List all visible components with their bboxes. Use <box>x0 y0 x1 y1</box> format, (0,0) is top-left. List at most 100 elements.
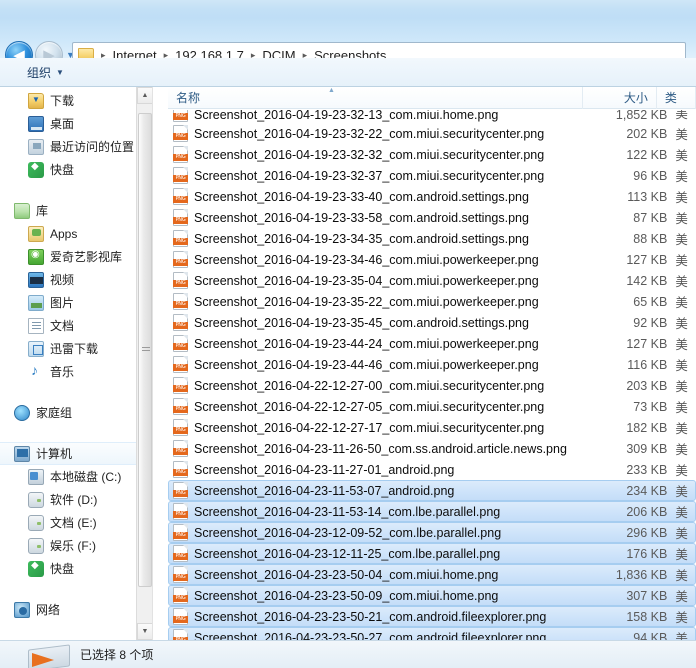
file-size: 234 KB <box>606 484 675 498</box>
sidebar-item-computer[interactable]: 计算机 <box>0 442 152 465</box>
file-row[interactable]: Screenshot_2016-04-19-23-32-37_com.miui.… <box>168 165 696 186</box>
file-row[interactable]: Screenshot_2016-04-19-23-34-35_com.andro… <box>168 228 696 249</box>
file-type: 美 <box>675 397 695 416</box>
sidebar-item--d-[interactable]: 软件 (D:) <box>0 488 152 511</box>
status-text: 已选择 8 个项 <box>80 646 153 663</box>
sidebar-item-libraries[interactable]: 库 <box>0 199 152 222</box>
sidebar-item-label: 计算机 <box>36 445 72 462</box>
sidebar-item-label: 快盘 <box>50 560 74 577</box>
png-file-icon <box>173 566 188 583</box>
sidebar-item-network[interactable]: 网络 <box>0 598 152 621</box>
sidebar-item--e-[interactable]: 文档 (E:) <box>0 511 152 534</box>
drive-icon <box>28 515 44 531</box>
sidebar-item-homegroup[interactable]: 家庭组 <box>0 401 152 424</box>
file-name: Screenshot_2016-04-23-23-50-21_com.andro… <box>194 610 606 624</box>
file-row[interactable]: Screenshot_2016-04-19-23-35-04_com.miui.… <box>168 270 696 291</box>
file-name: Screenshot_2016-04-19-23-35-45_com.andro… <box>194 316 606 330</box>
file-size: 142 KB <box>606 274 675 288</box>
file-row[interactable]: Screenshot_2016-04-19-23-35-45_com.andro… <box>168 312 696 333</box>
column-header-type[interactable]: 类 <box>657 87 696 109</box>
png-file-icon <box>173 461 188 478</box>
sidebar-item-label: 图片 <box>50 294 74 311</box>
sidebar-scrollbar[interactable]: ▲ ▼ <box>136 87 152 640</box>
file-row[interactable]: Screenshot_2016-04-23-11-53-07_android.p… <box>168 480 696 501</box>
file-row[interactable]: Screenshot_2016-04-23-12-11-25_com.lbe.p… <box>168 543 696 564</box>
file-row[interactable]: Screenshot_2016-04-19-23-32-22_com.miui.… <box>168 123 696 144</box>
sidebar-item-apps[interactable]: Apps <box>0 222 152 245</box>
homegroup-icon <box>14 405 30 421</box>
sidebar-item--[interactable]: 文档 <box>0 314 152 337</box>
organize-button[interactable]: 组织 ▼ <box>18 60 73 85</box>
file-row[interactable]: Screenshot_2016-04-23-23-50-21_com.andro… <box>168 606 696 627</box>
sidebar-item-label: 下载 <box>50 92 74 109</box>
file-row[interactable]: Screenshot_2016-04-19-23-33-58_com.andro… <box>168 207 696 228</box>
file-type: 美 <box>675 502 695 521</box>
file-type: 美 <box>675 109 695 122</box>
file-name: Screenshot_2016-04-19-23-34-35_com.andro… <box>194 232 606 246</box>
download-folder-icon <box>28 93 44 109</box>
file-name: Screenshot_2016-04-23-23-50-09_com.miui.… <box>194 589 606 603</box>
network-group: 网络 <box>0 596 152 621</box>
pane-splitter[interactable] <box>152 87 168 640</box>
computer-group: 计算机本地磁盘 (C:)软件 (D:)文档 (E:)娱乐 (F:) 快盘 <box>0 440 152 580</box>
file-row[interactable]: Screenshot_2016-04-22-12-27-05_com.miui.… <box>168 396 696 417</box>
sidebar-item--c-[interactable]: 本地磁盘 (C:) <box>0 465 152 488</box>
sidebar-item--[interactable]: 下载 <box>0 89 152 112</box>
file-type: 美 <box>675 544 695 563</box>
sidebar-item--f-[interactable]: 娱乐 (F:) <box>0 534 152 557</box>
file-row[interactable]: Screenshot_2016-04-19-23-44-24_com.miui.… <box>168 333 696 354</box>
file-type: 美 <box>675 271 695 290</box>
file-row[interactable]: Screenshot_2016-04-23-11-27-01_android.p… <box>168 459 696 480</box>
sidebar-item--[interactable]: 迅雷下载 <box>0 337 152 360</box>
file-size: 1,836 KB <box>606 568 675 582</box>
file-name: Screenshot_2016-04-23-23-50-04_com.miui.… <box>194 568 606 582</box>
desktop-icon <box>28 116 44 132</box>
scrollbar-thumb[interactable] <box>138 113 152 587</box>
file-row[interactable]: Screenshot_2016-04-19-23-33-40_com.andro… <box>168 186 696 207</box>
file-type: 美 <box>675 628 695 640</box>
file-row[interactable]: Screenshot_2016-04-19-23-34-46_com.miui.… <box>168 249 696 270</box>
file-name: Screenshot_2016-04-19-23-32-32_com.miui.… <box>194 148 606 162</box>
file-row[interactable]: Screenshot_2016-04-23-23-50-04_com.miui.… <box>168 564 696 585</box>
libraries-group: 库Apps爱奇艺影视库视频图片文档迅雷下载音乐 <box>0 197 152 383</box>
sidebar-item--[interactable]: 图片 <box>0 291 152 314</box>
file-size: 116 KB <box>606 358 675 372</box>
png-file-icon <box>173 419 188 436</box>
sidebar-item--[interactable]: 最近访问的位置 <box>0 135 152 158</box>
sidebar-item--[interactable]: 桌面 <box>0 112 152 135</box>
sidebar-item--[interactable]: 快盘 <box>0 158 152 181</box>
png-file-icon <box>173 230 188 247</box>
png-file-icon <box>173 587 188 604</box>
file-name: Screenshot_2016-04-22-12-27-00_com.miui.… <box>194 379 606 393</box>
file-row[interactable]: Screenshot_2016-04-19-23-32-32_com.miui.… <box>168 144 696 165</box>
sidebar-item--[interactable]: 音乐 <box>0 360 152 383</box>
column-header-size[interactable]: 大小 <box>583 87 657 109</box>
png-file-icon <box>173 272 188 289</box>
file-row[interactable]: Screenshot_2016-04-23-23-50-09_com.miui.… <box>168 585 696 606</box>
file-row[interactable]: Screenshot_2016-04-22-12-27-00_com.miui.… <box>168 375 696 396</box>
library-folder-icon <box>14 203 30 219</box>
file-row[interactable]: Screenshot_2016-04-22-12-27-17_com.miui.… <box>168 417 696 438</box>
file-row[interactable]: Screenshot_2016-04-19-23-35-22_com.miui.… <box>168 291 696 312</box>
file-size: 88 KB <box>606 232 675 246</box>
file-row[interactable]: Screenshot_2016-04-23-12-09-52_com.lbe.p… <box>168 522 696 543</box>
png-file-icon <box>173 125 188 142</box>
file-type: 美 <box>675 208 695 227</box>
png-file-icon <box>173 377 188 394</box>
sidebar-item--[interactable]: 爱奇艺影视库 <box>0 245 152 268</box>
file-row[interactable]: Screenshot_2016-04-23-11-26-50_com.ss.an… <box>168 438 696 459</box>
file-row[interactable]: Screenshot_2016-04-23-23-50-27_com.andro… <box>168 627 696 640</box>
sidebar-item--[interactable]: 视频 <box>0 268 152 291</box>
sidebar-item-label: 网络 <box>36 601 60 618</box>
scroll-down-button[interactable]: ▼ <box>137 623 152 640</box>
scroll-up-button[interactable]: ▲ <box>137 87 152 104</box>
file-row[interactable]: Screenshot_2016-04-19-23-32-13_com.miui.… <box>168 109 696 123</box>
file-row[interactable]: Screenshot_2016-04-19-23-44-46_com.miui.… <box>168 354 696 375</box>
file-type: 美 <box>675 292 695 311</box>
column-header-name[interactable]: 名称 <box>168 87 583 109</box>
file-type: 美 <box>675 313 695 332</box>
sidebar-item--[interactable]: 快盘 <box>0 557 152 580</box>
file-row[interactable]: Screenshot_2016-04-23-11-53-14_com.lbe.p… <box>168 501 696 522</box>
network-icon <box>14 602 30 618</box>
organize-label: 组织 <box>27 64 51 81</box>
